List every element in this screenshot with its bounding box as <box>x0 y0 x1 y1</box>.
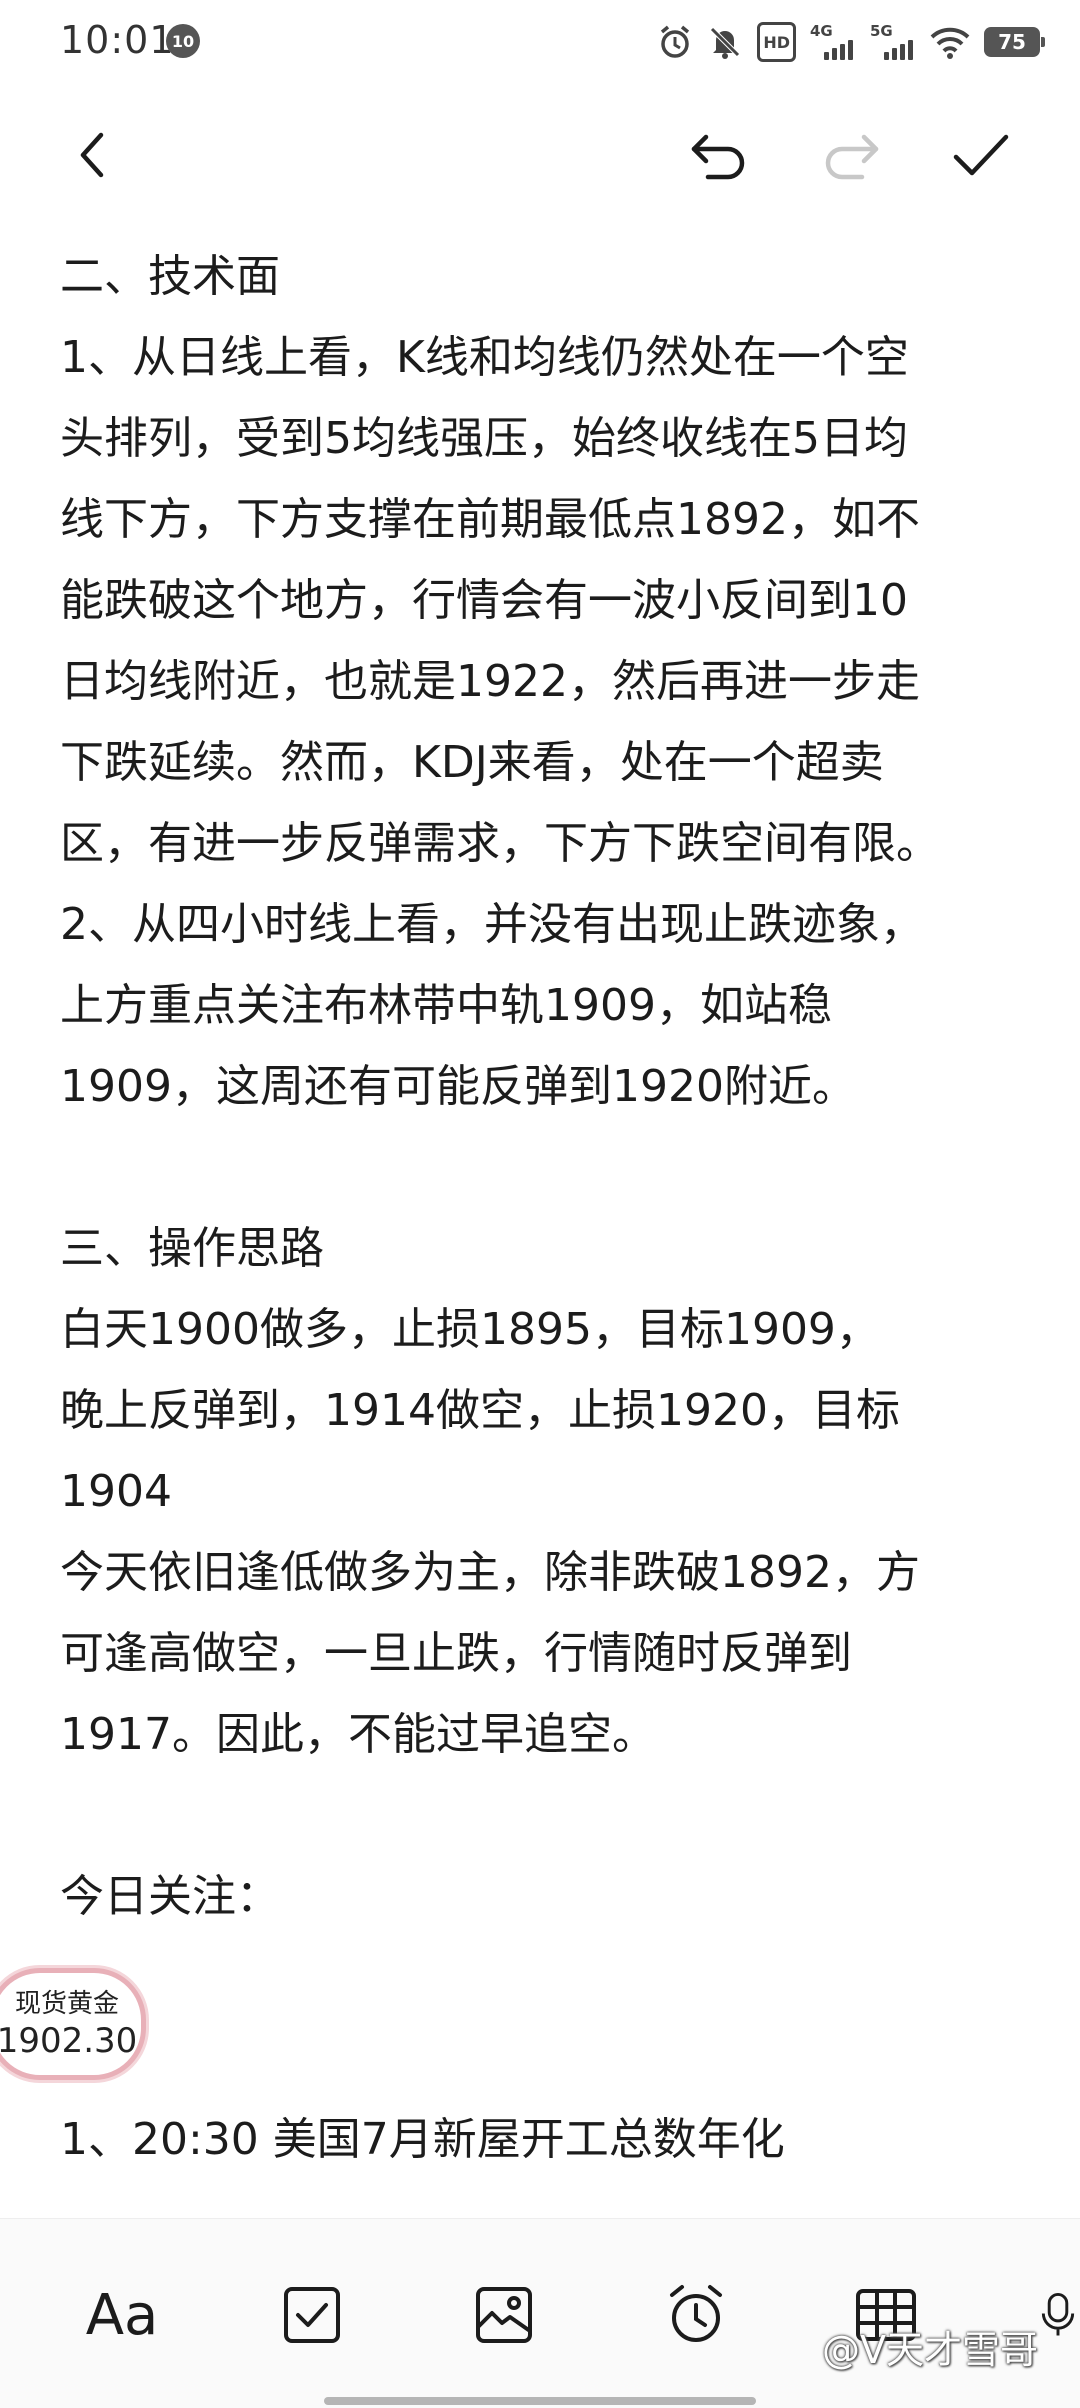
signal-5g-label: 5G <box>870 22 893 40</box>
note-body[interactable]: 二、技术面 1、从日线上看，K线和均线仍然处在一个空 头排列，受到5均线强压，始… <box>60 236 1020 2180</box>
back-arrow-icon <box>80 132 104 178</box>
wifi-icon <box>930 22 970 62</box>
check-icon <box>953 134 1009 176</box>
signal-bar <box>824 52 829 60</box>
signal-bar <box>832 48 837 60</box>
mute-icon <box>707 22 743 62</box>
note-line: 区，有进一步反弹需求，下方下跌空间有限。 <box>60 818 940 869</box>
home-indicator[interactable] <box>324 2397 756 2405</box>
insert-image-button[interactable] <box>464 2275 544 2355</box>
note-heading-strategy: 三、操作思路 <box>60 1223 324 1274</box>
note-line: 1904 <box>60 1466 172 1517</box>
note-heading-focus: 今日关注： <box>60 1871 280 1922</box>
note-line: 1917。因此，不能过早追空。 <box>60 1709 656 1760</box>
signal-bar <box>908 40 913 60</box>
note-line: 白天1900做多，止损1895，目标1909， <box>60 1304 880 1355</box>
price-card-name: 现货黄金 <box>14 1989 119 2019</box>
note-line: 1909，这周还有可能反弹到1920附近。 <box>60 1061 856 1112</box>
hd-voice-icon: HD <box>757 22 796 62</box>
status-bar: 10:01 10 HD 4G 5G 75 <box>0 0 1080 84</box>
checkbox-icon <box>284 2287 340 2343</box>
gold-price-card[interactable]: 现货黄金 1902.30 <box>0 1968 146 2080</box>
undo-button[interactable] <box>684 120 754 190</box>
status-icons: HD 4G 5G 75 <box>657 20 1045 64</box>
signal-4g-icon: 4G <box>810 22 856 60</box>
note-line: 上方重点关注布林带中轨1909，如站稳 <box>60 980 832 1031</box>
watermark: @V天才雪哥 <box>822 2328 1038 2372</box>
note-line: 线下方，下方支撑在前期最低点1892，如不 <box>60 494 920 545</box>
note-heading-technical: 二、技术面 <box>60 251 280 302</box>
note-line: 下跌延续。然而，KDJ来看，处在一个超卖 <box>60 737 884 788</box>
editor-toolbar <box>0 100 1080 210</box>
note-line: 晚上反弹到，1914做空，止损1920，目标 <box>60 1385 900 1436</box>
signal-bar <box>892 48 897 60</box>
image-icon <box>476 2287 532 2343</box>
signal-bar <box>840 44 845 60</box>
text-format-button[interactable]: Aa <box>82 2275 162 2355</box>
note-line: 头排列，受到5均线强压，始终收线在5日均 <box>60 413 908 464</box>
note-line: 今天依旧逢低做多为主，除非跌破1892，方 <box>60 1547 920 1598</box>
note-line: 1、从日线上看，K线和均线仍然处在一个空 <box>60 332 909 383</box>
signal-5g-icon: 5G <box>870 22 916 60</box>
notification-badge: 10 <box>166 24 200 58</box>
signal-bar <box>848 40 853 60</box>
note-line: 2、从四小时线上看，并没有出现止跌迹象， <box>60 899 924 950</box>
signal-bar <box>900 44 905 60</box>
voice-input-button[interactable] <box>1036 2275 1080 2355</box>
bottom-toolbar: Aa @V天才雪哥 <box>0 2218 1080 2408</box>
microphone-icon <box>1041 2293 1075 2336</box>
note-line: 日均线附近，也就是1922，然后再进一步走 <box>60 656 920 707</box>
price-card-value: 1902.30 <box>0 2021 138 2061</box>
redo-icon <box>825 134 879 180</box>
note-line: 1、20:30 美国7月新屋开工总数年化 <box>60 2114 785 2165</box>
status-time: 10:01 <box>60 18 175 62</box>
reminder-button[interactable] <box>656 2275 736 2355</box>
back-button[interactable] <box>60 120 130 190</box>
alarm-status-icon <box>657 22 693 62</box>
signal-4g-label: 4G <box>810 22 833 40</box>
redo-button[interactable] <box>816 120 886 190</box>
signal-bar <box>884 52 889 60</box>
note-line: 能跌破这个地方，行情会有一波小反间到10 <box>60 575 908 626</box>
battery-icon: 75 <box>984 27 1045 57</box>
alarm-clock-icon <box>670 2285 722 2342</box>
checklist-button[interactable] <box>272 2275 352 2355</box>
note-line: 可逢高做空，一旦止跌，行情随时反弹到 <box>60 1628 852 1679</box>
undo-icon <box>691 134 745 180</box>
done-button[interactable] <box>946 120 1016 190</box>
